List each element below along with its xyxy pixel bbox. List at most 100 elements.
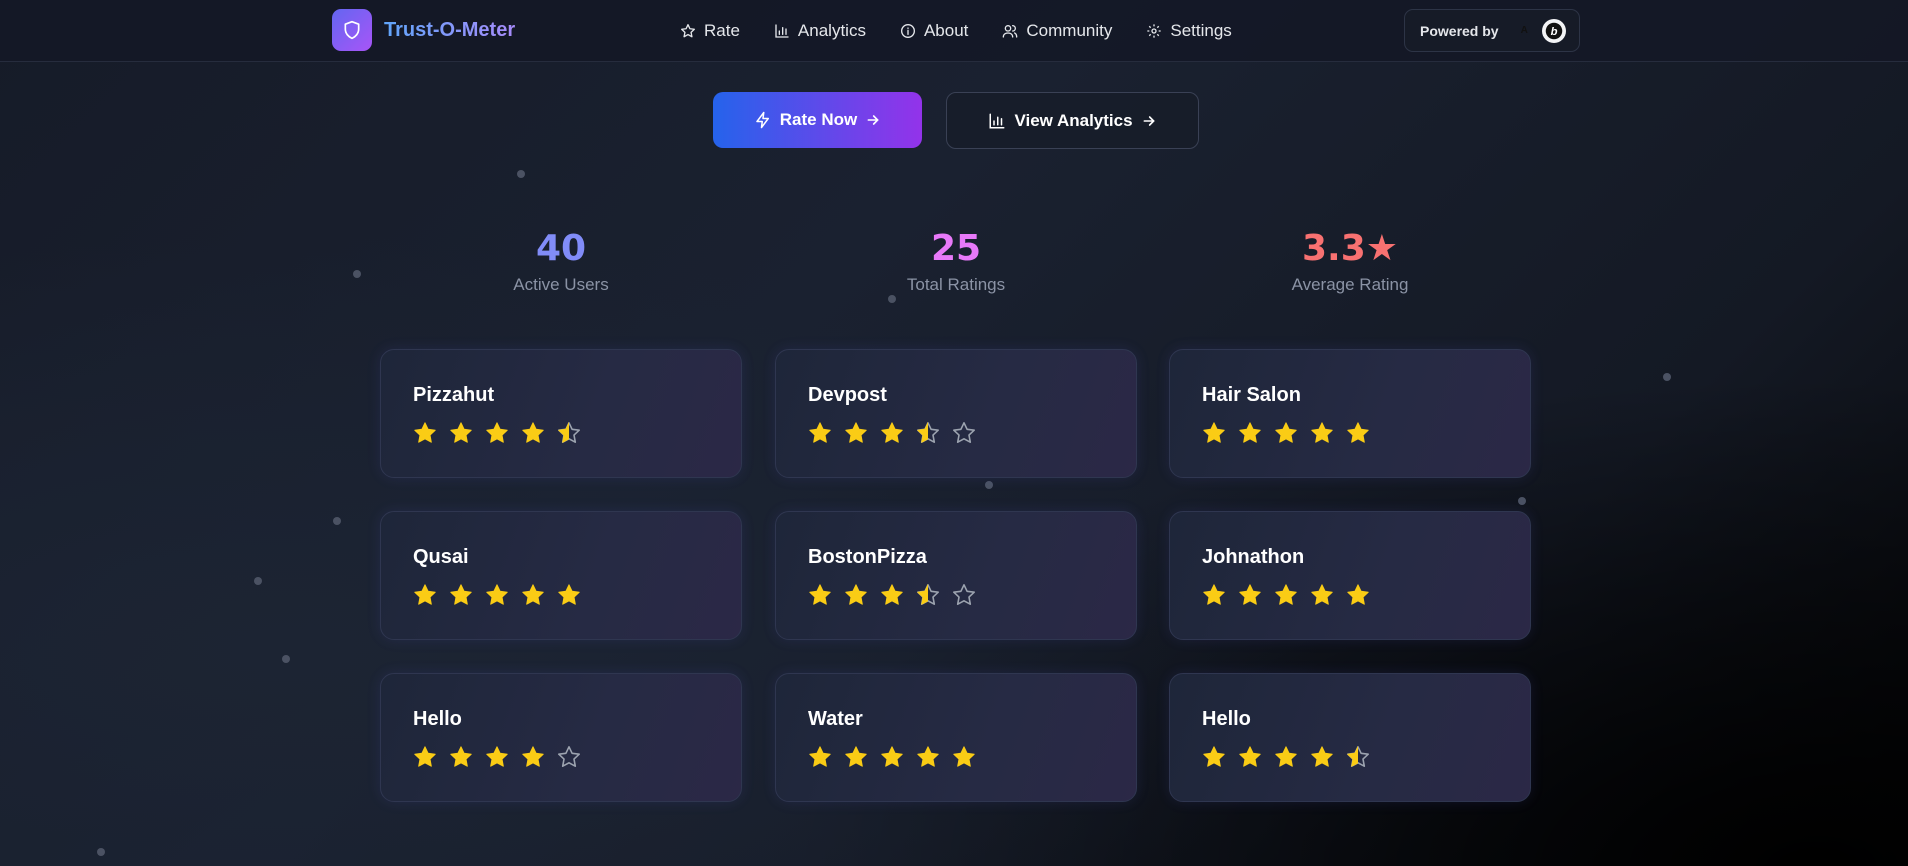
rating-card-title: Qusai	[413, 546, 469, 568]
rating-card[interactable]: Pizzahut	[380, 349, 742, 478]
background-particle	[254, 577, 262, 585]
partner-mark: A	[1520, 25, 1528, 36]
star-full-icon	[414, 746, 436, 767]
background-particle	[282, 655, 290, 663]
bar-chart-icon	[775, 24, 789, 38]
rating-card-title: Devpost	[808, 384, 887, 406]
rating-card-title: Johnathon	[1202, 546, 1305, 568]
nav-item-label: Settings	[1170, 21, 1232, 40]
star-full-icon	[845, 584, 867, 605]
background-particle	[1663, 373, 1671, 381]
star-rating	[1202, 583, 1530, 607]
stat-label: Active Users	[513, 275, 609, 294]
star-full-icon	[1275, 584, 1297, 605]
nav-item-label: Rate	[704, 21, 740, 40]
background-particle	[353, 270, 361, 278]
star-full-icon	[450, 422, 472, 443]
background-particle	[888, 295, 896, 303]
bar-chart-icon	[989, 113, 1005, 128]
brand[interactable]: Trust-O-Meter	[332, 9, 515, 51]
star-full-icon	[522, 746, 544, 767]
star-rating	[1202, 745, 1530, 769]
rating-card[interactable]: Hello	[1169, 673, 1531, 802]
rating-card-title: Hello	[413, 708, 462, 730]
star-rating	[413, 583, 741, 607]
background-particle	[1518, 497, 1526, 505]
star-full-icon	[486, 584, 508, 605]
brand-name: Trust-O-Meter	[384, 18, 516, 41]
star-full-icon	[450, 584, 472, 605]
nav-item-analytics[interactable]: Analytics	[774, 21, 866, 41]
rating-card[interactable]: Hair Salon	[1169, 349, 1531, 478]
star-full-icon	[881, 584, 903, 605]
view-analytics-button[interactable]: View Analytics	[946, 92, 1199, 149]
rating-card[interactable]: Hello	[380, 673, 742, 802]
rating-card[interactable]: Water	[775, 673, 1137, 802]
nav-item-settings[interactable]: Settings	[1146, 21, 1232, 41]
star-full-icon	[845, 422, 867, 443]
powered-by-badge[interactable]: Powered by A b	[1404, 9, 1580, 52]
star-full-icon	[845, 746, 867, 767]
star-full-icon	[1239, 746, 1261, 767]
rating-card[interactable]: BostonPizza	[775, 511, 1137, 640]
nav-item-label: About	[923, 21, 969, 40]
star-rating	[808, 745, 1136, 769]
star-full-icon	[1239, 584, 1261, 605]
gear-icon	[1147, 24, 1162, 38]
lightning-icon	[756, 111, 769, 129]
stat-label: Average Rating	[1291, 275, 1409, 294]
nav-item-community[interactable]: Community	[1002, 21, 1112, 41]
star-full-icon	[1311, 584, 1333, 605]
star-full-icon	[1311, 746, 1333, 767]
star-full-icon	[414, 422, 436, 443]
star-half-icon	[917, 584, 939, 605]
rating-card[interactable]: Qusai	[380, 511, 742, 640]
rating-card[interactable]: Johnathon	[1169, 511, 1531, 640]
star-full-icon	[809, 422, 831, 443]
rating-card-title: Water	[808, 708, 863, 730]
rating-card-title: Hair Salon	[1202, 384, 1301, 406]
star-full-icon	[917, 746, 939, 767]
background-particle	[985, 481, 993, 489]
view-analytics-label: View Analytics	[1014, 110, 1133, 130]
nav-item-about[interactable]: About	[900, 21, 968, 41]
star-full-icon	[522, 584, 544, 605]
cta-group: Rate Now View Analytics	[713, 92, 1199, 149]
top-navbar: Trust-O-Meter Rate Analytics About Commu…	[0, 0, 1908, 62]
arrow-right-icon	[867, 115, 880, 125]
star-full-icon	[486, 422, 508, 443]
star-full-icon	[1239, 422, 1261, 443]
star-rating	[413, 745, 741, 769]
star-half-icon	[917, 422, 939, 443]
star-full-icon	[558, 584, 580, 605]
background-particle	[517, 170, 525, 178]
background-particle	[97, 848, 105, 856]
star-empty-icon	[953, 422, 975, 443]
star-rating	[808, 421, 1136, 445]
rating-card[interactable]: Devpost	[775, 349, 1137, 478]
star-rating	[1202, 421, 1530, 445]
stat-value: 3.3★	[1301, 228, 1399, 269]
star-half-icon	[1347, 746, 1369, 767]
star-full-icon	[809, 584, 831, 605]
nav-item-rate[interactable]: Rate	[680, 21, 740, 41]
rate-now-button[interactable]: Rate Now	[713, 92, 922, 148]
stat-value: 25	[930, 228, 982, 269]
star-rating	[808, 583, 1136, 607]
powered-by-label: Powered by	[1420, 22, 1499, 39]
star-full-icon	[881, 746, 903, 767]
star-full-icon	[1203, 584, 1225, 605]
star-rating	[413, 421, 741, 445]
star-full-icon	[881, 422, 903, 443]
arrow-right-icon	[1143, 115, 1155, 126]
nav-item-label: Analytics	[797, 21, 866, 40]
star-full-icon	[414, 584, 436, 605]
stat-average-rating: 3.3★ Average Rating	[1220, 228, 1480, 295]
nav-item-label: Community	[1026, 21, 1113, 40]
star-full-icon	[1347, 584, 1369, 605]
rate-now-label: Rate Now	[779, 110, 858, 129]
svg-text:b: b	[1550, 25, 1557, 37]
star-full-icon	[1347, 422, 1369, 443]
star-full-icon	[1203, 422, 1225, 443]
star-empty-icon	[558, 746, 580, 767]
